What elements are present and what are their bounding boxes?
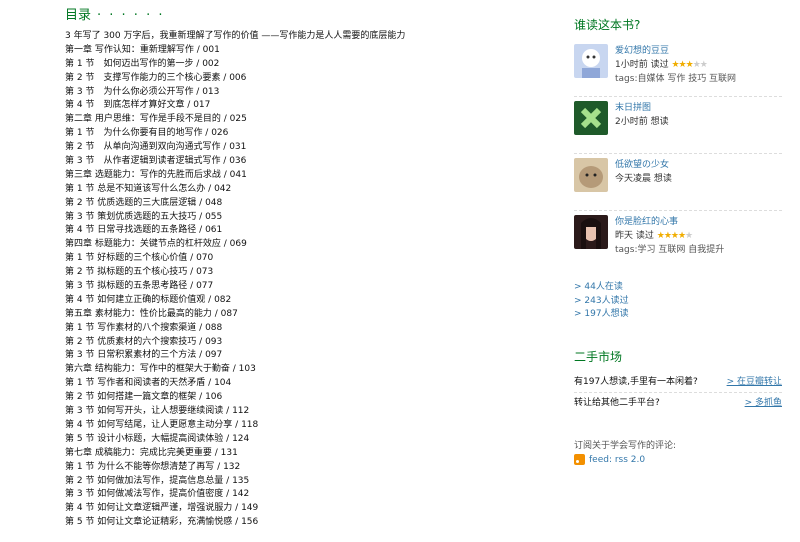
- toc-line: 第 3 节 拟标题的五条思考路径 / 077: [65, 281, 214, 292]
- avatar[interactable]: [574, 158, 608, 192]
- reader-info: 末日拼图 2小时前 想读: [615, 101, 669, 129]
- avatar[interactable]: [574, 44, 608, 78]
- sidebar: 谁读这本书? 爱幻想的豆豆 1小时前 读过 ★★★★★ tags:自媒体 写作 …: [574, 16, 782, 467]
- table-of-contents: 目录 · · · · · · 3 年写了 300 万字后，我重新理解了写作的价值 …: [65, 8, 545, 530]
- toc-line: 第五章 素材能力：性价比最高的能力 / 087: [65, 308, 238, 319]
- toc-line: 第 3 节 为什么你必须公开写作 / 013: [65, 86, 220, 97]
- toc-line: 第 2 节 如何做加法写作，提高信息总量 / 135: [65, 475, 250, 486]
- toc-dots: · · · · · ·: [97, 8, 165, 23]
- toc-line: 第 1 节 好标题的三个核心价值 / 070: [65, 253, 214, 264]
- reader-name[interactable]: 低欲望の少女: [615, 158, 672, 172]
- toc-line: 第 1 节 写作者和阅读者的天然矛盾 / 104: [65, 378, 232, 389]
- toc-line: 第一章 写作认知：重新理解写作 / 001: [65, 44, 220, 55]
- toc-line: 第 1 节 为什么你要有目的地写作 / 026: [65, 128, 229, 139]
- reader-info: 爱幻想的豆豆 1小时前 读过 ★★★★★ tags:自媒体 写作 技巧 互联网: [615, 44, 736, 86]
- market-row: 转让给其他二手平台? > 多抓鱼: [574, 393, 782, 413]
- toc-line: 第 1 节 如何迈出写作的第一步 / 002: [65, 58, 220, 69]
- want-count-link[interactable]: > 197人想读: [574, 308, 782, 322]
- toc-line: 第 5 节 如何让文章论证精彩，充满愉悦感 / 156: [65, 517, 259, 528]
- market-heading: 二手市场: [574, 349, 623, 364]
- reader-item: 末日拼图 2小时前 想读: [574, 97, 782, 154]
- toc-line: 第二章 用户思维：写作是手段不是目的 / 025: [65, 114, 247, 125]
- rss-icon[interactable]: [574, 454, 585, 465]
- subscribe-text: 订阅关于学会写作的评论:: [574, 440, 677, 451]
- toc-heading: 目录 · · · · · ·: [65, 8, 545, 30]
- market-question: 有197人想读,手里有一本闲着?: [574, 376, 698, 387]
- toc-line: 第 2 节 从单向沟通到双向沟通式写作 / 031: [65, 142, 247, 153]
- toc-line: 第三章 选题能力：写作的先胜而后求战 / 041: [65, 169, 247, 180]
- avatar[interactable]: [574, 215, 608, 249]
- reader-tags: tags:学习 互联网 自我提升: [615, 245, 725, 255]
- reader-status: 昨天 读过: [615, 231, 654, 241]
- toc-line: 第四章 标题能力：关键节点的杠杆效应 / 069: [65, 239, 247, 250]
- reader-name[interactable]: 你是脸红的心事: [615, 215, 724, 229]
- reader-item: 爱幻想的豆豆 1小时前 读过 ★★★★★ tags:自媒体 写作 技巧 互联网: [574, 40, 782, 97]
- toc-line: 第 3 节 如何做减法写作，提高价值密度 / 142: [65, 489, 250, 500]
- toc-title: 目录: [65, 8, 92, 23]
- toc-list: 3 年写了 300 万字后，我重新理解了写作的价值 ——写作能力是人人需要的底层…: [65, 30, 545, 530]
- toc-line: 3 年写了 300 万字后，我重新理解了写作的价值 ——写作能力是人人需要的底层…: [65, 31, 406, 41]
- reader-activity: 昨天 读过 ★★★★★: [615, 229, 724, 243]
- market-row: 有197人想读,手里有一本闲着? > 在豆瓣转让: [574, 372, 782, 393]
- toc-line: 第七章 成稿能力：完成比完美更重要 / 131: [65, 447, 238, 458]
- toc-line: 第 1 节 写作素材的八个搜索渠道 / 088: [65, 322, 223, 333]
- toc-line: 第 3 节 从作者逻辑到读者逻辑式写作 / 036: [65, 156, 247, 167]
- reader-status: 今天凌晨 想读: [615, 174, 672, 184]
- reader-count-links: > 44人在读 > 243人读过 > 197人想读: [574, 281, 782, 322]
- reader-item: 你是脸红的心事 昨天 读过 ★★★★★ tags:学习 互联网 自我提升: [574, 211, 782, 267]
- toc-line: 第 4 节 如何建立正确的标题价值观 / 082: [65, 294, 232, 305]
- toc-line: 第 3 节 策划优质选题的五大技巧 / 055: [65, 211, 223, 222]
- reader-status: 1小时前 读过: [615, 60, 669, 70]
- rss-feed: feed: rss 2.0: [574, 453, 782, 467]
- toc-line: 第 1 节 为什么不能等你想清楚了再写 / 132: [65, 461, 241, 472]
- reader-status: 2小时前 想读: [615, 117, 669, 127]
- toc-line: 第 2 节 优质选题的三大底层逻辑 / 048: [65, 197, 223, 208]
- reader-tags: tags:自媒体 写作 技巧 互联网: [615, 74, 737, 84]
- read-count-link[interactable]: > 243人读过: [574, 295, 782, 309]
- rating-stars: ★★★★★: [656, 231, 693, 241]
- toc-line: 第 4 节 日常寻找选题的五条路径 / 061: [65, 225, 223, 236]
- market-question: 转让给其他二手平台?: [574, 397, 660, 408]
- toc-line: 第 4 节 如何让文章逻辑严谨，增强说服力 / 149: [65, 503, 259, 514]
- reader-activity: 1小时前 读过 ★★★★★: [615, 58, 736, 72]
- toc-line: 第六章 结构能力：写作中的框架大于勤奋 / 103: [65, 364, 256, 375]
- reader-name[interactable]: 爱幻想的豆豆: [615, 44, 736, 58]
- reader-info: 低欲望の少女 今天凌晨 想读: [615, 158, 672, 186]
- toc-line: 第 3 节 如何写开头，让人想要继续阅读 / 112: [65, 406, 250, 417]
- rss-feed-link[interactable]: feed: rss 2.0: [589, 453, 645, 467]
- toc-line: 第 2 节 拟标题的五个核心技巧 / 073: [65, 267, 214, 278]
- duozhuayu-link[interactable]: > 多抓鱼: [745, 393, 782, 413]
- reading-count-link[interactable]: > 44人在读: [574, 281, 782, 295]
- rating-stars: ★★★★★: [671, 60, 707, 70]
- secondhand-market: 二手市场 有197人想读,手里有一本闲着? > 在豆瓣转让 转让给其他二手平台?…: [574, 348, 782, 413]
- toc-line: 第 3 节 日常积累素材的三个方法 / 097: [65, 350, 223, 361]
- reader-name[interactable]: 末日拼图: [615, 101, 669, 115]
- reader-info: 你是脸红的心事 昨天 读过 ★★★★★ tags:学习 互联网 自我提升: [615, 215, 724, 257]
- toc-line: 第 2 节 支撑写作能力的三个核心要素 / 006: [65, 72, 247, 83]
- toc-line: 第 5 节 设计小标题，大幅提高阅读体验 / 124: [65, 433, 250, 444]
- subscribe-section: 订阅关于学会写作的评论: feed: rss 2.0: [574, 439, 782, 467]
- toc-line: 第 4 节 如何写结尾，让人更愿意主动分享 / 118: [65, 419, 259, 430]
- toc-line: 第 4 节 到底怎样才算好文章 / 017: [65, 100, 211, 111]
- douban-transfer-link[interactable]: > 在豆瓣转让: [727, 372, 782, 392]
- toc-line: 第 2 节 如何搭建一篇文章的框架 / 106: [65, 392, 223, 403]
- reader-item: 低欲望の少女 今天凌晨 想读: [574, 154, 782, 211]
- toc-line: 第 1 节 总是不知道该写什么怎么办 / 042: [65, 183, 232, 194]
- toc-line: 第 2 节 优质素材的六个搜索技巧 / 093: [65, 336, 223, 347]
- avatar[interactable]: [574, 101, 608, 135]
- readers-heading: 谁读这本书?: [574, 18, 641, 32]
